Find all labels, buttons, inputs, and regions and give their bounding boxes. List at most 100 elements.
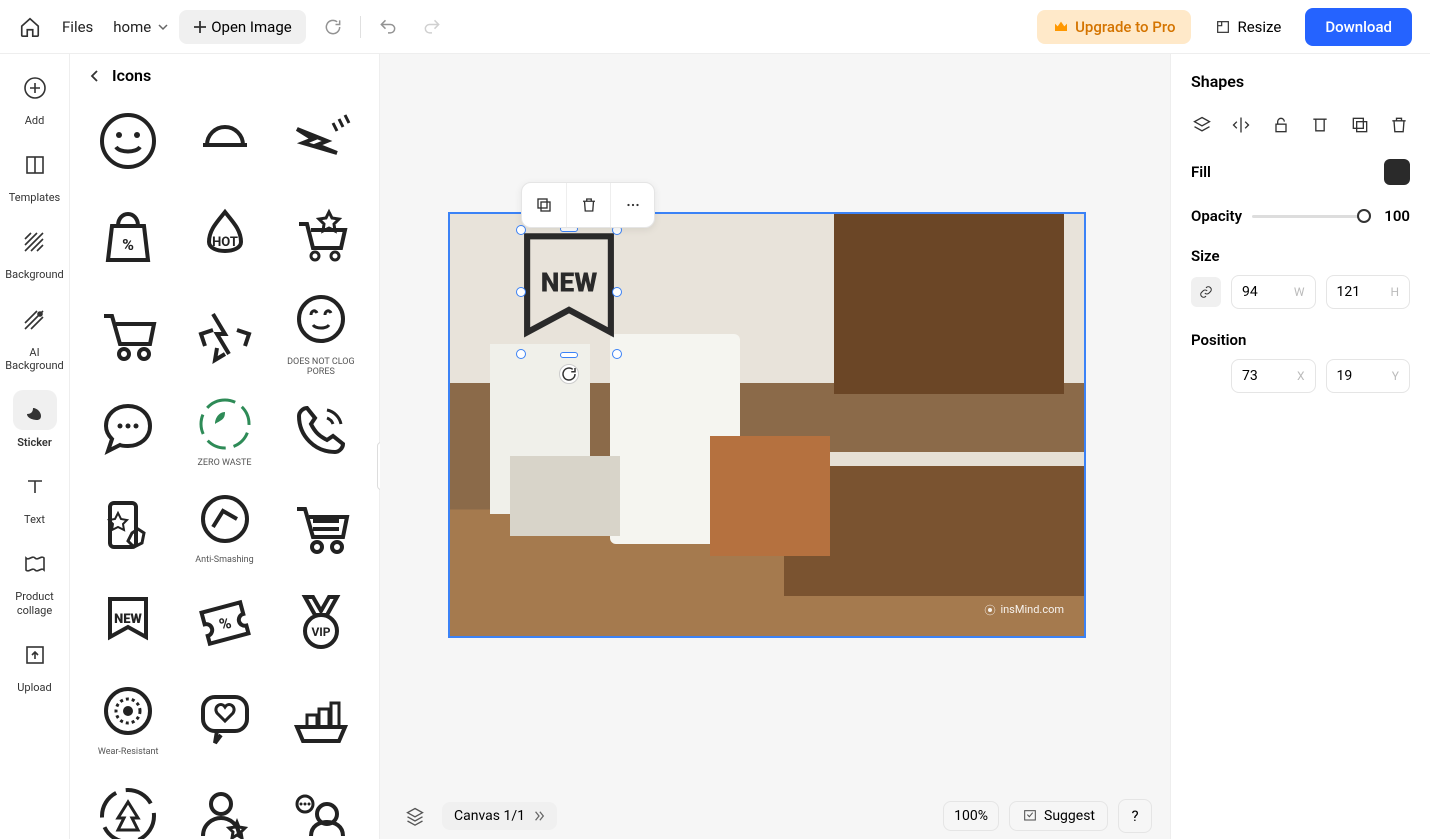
suggest-button[interactable]: Suggest [1009,801,1108,831]
open-image-button[interactable]: Open Image [179,10,305,44]
wear-resistant-icon[interactable]: Wear-Resistant [84,675,172,763]
support-agent-icon[interactable] [277,771,365,839]
svg-text:NEW: NEW [541,267,598,298]
height-suffix: H [1390,285,1399,299]
tool-templates[interactable]: Templates [9,145,60,204]
plus-icon [193,20,207,34]
resize-handle-bottom[interactable] [560,352,578,358]
add-circle-icon [23,76,47,100]
more-icon [624,196,642,214]
resize-handle-bl[interactable] [516,349,526,359]
chat-bubble-icon[interactable] [84,386,172,474]
copy-icon [1350,115,1370,135]
tool-ai-background[interactable]: AI Background [5,300,63,372]
more-button[interactable] [610,183,654,227]
tree-recycle-icon[interactable] [84,771,172,839]
icons-panel: Icons %HOTDOES NOT CLOG PORESZERO WASTEA… [70,54,380,839]
trash-icon [1389,115,1409,135]
cargo-ship-icon[interactable] [277,675,365,763]
svg-text:NEW: NEW [114,612,142,627]
recycle-energy-icon[interactable] [180,290,268,378]
hot-flame-icon[interactable]: HOT [180,193,268,281]
sticker-icon [23,398,47,422]
align-icon [1310,115,1330,135]
text-icon [23,475,47,499]
mobile-touch-icon[interactable] [84,482,172,570]
fill-label: Fill [1191,163,1211,181]
emoji-icon[interactable] [84,97,172,185]
link-dimensions-button[interactable] [1191,277,1221,307]
phone-call-icon[interactable] [277,386,365,474]
tool-upload[interactable]: Upload [13,635,57,694]
lock-icon [1271,115,1291,135]
opacity-slider[interactable] [1252,215,1364,218]
vip-medal-icon[interactable]: VIP [277,579,365,667]
files-link[interactable]: Files [52,12,103,42]
trash-button[interactable] [1389,113,1411,137]
undo-button[interactable] [371,10,405,44]
ticket-percent-icon[interactable]: % [180,579,268,667]
slider-thumb[interactable] [1357,209,1371,223]
tool-label: Add [25,114,45,127]
height-input[interactable]: 121H [1326,275,1411,309]
canvas-indicator[interactable]: Canvas 1/1 [442,802,557,830]
canvas-area[interactable]: insMind.com NEW [380,54,1170,839]
selected-sticker[interactable]: NEW [521,230,617,354]
cart-icon[interactable] [84,290,172,378]
new-banner-icon[interactable]: NEW [84,579,172,667]
tool-product-collage[interactable]: Product collage [13,544,57,616]
layers-button[interactable] [398,799,432,833]
flip-button[interactable] [1231,113,1253,137]
resize-handle-br[interactable] [612,349,622,359]
tool-add[interactable]: Add [13,68,57,127]
lock-button[interactable] [1270,113,1292,137]
opacity-label: Opacity [1191,207,1242,225]
download-button[interactable]: Download [1305,8,1412,46]
fill-swatch[interactable] [1384,159,1410,185]
tool-sticker[interactable]: Sticker [13,390,57,449]
width-input[interactable]: 94W [1231,275,1316,309]
pos-y-input[interactable]: 19Y [1326,359,1411,393]
align-button[interactable] [1310,113,1332,137]
svg-text:%: % [122,235,134,254]
cart-filled-icon[interactable] [277,482,365,570]
anti-smashing-icon[interactable]: Anti-Smashing [180,482,268,570]
icon-caption: DOES NOT CLOG PORES [277,357,365,377]
tool-text[interactable]: Text [13,467,57,526]
chevron-down-icon [157,21,169,33]
tray-icon[interactable] [180,97,268,185]
duplicate-button[interactable] [522,183,566,227]
home-icon[interactable] [18,15,42,39]
redo-button[interactable] [415,10,449,44]
copy-button[interactable] [1349,113,1371,137]
resize-button[interactable]: Resize [1201,10,1295,44]
sync-icon[interactable] [316,10,350,44]
bag-percent-icon[interactable]: % [84,193,172,281]
back-chevron-icon[interactable] [88,69,102,83]
zero-waste-icon[interactable]: ZERO WASTE [180,386,268,474]
collage-icon [23,552,47,576]
arrange-button[interactable] [1191,113,1213,137]
icon-caption: Anti-Smashing [195,555,253,565]
rotate-handle[interactable] [559,364,579,384]
breadcrumb[interactable]: home [113,18,169,36]
resize-handle-ml[interactable] [516,287,526,297]
size-label: Size [1191,247,1410,265]
tool-label: Text [24,513,45,526]
upgrade-button[interactable]: Upgrade to Pro [1037,10,1191,44]
crown-icon [1053,19,1069,35]
tool-background[interactable]: Background [5,222,63,281]
delete-button[interactable] [566,183,610,227]
resize-handle-mr[interactable] [612,287,622,297]
zoom-indicator[interactable]: 100% [943,801,999,831]
pos-x-input[interactable]: 73X [1231,359,1316,393]
help-button[interactable]: ? [1118,799,1152,833]
heart-chat-icon[interactable] [180,675,268,763]
pos-x-value: 73 [1242,368,1258,384]
icon-caption: ZERO WASTE [198,458,252,468]
icon-caption: Wear-Resistant [98,747,159,757]
cart-star-icon[interactable] [277,193,365,281]
no-clog-pores-icon[interactable]: DOES NOT CLOG PORES [277,290,365,378]
user-star-icon[interactable] [180,771,268,839]
speed-icon[interactable] [277,97,365,185]
